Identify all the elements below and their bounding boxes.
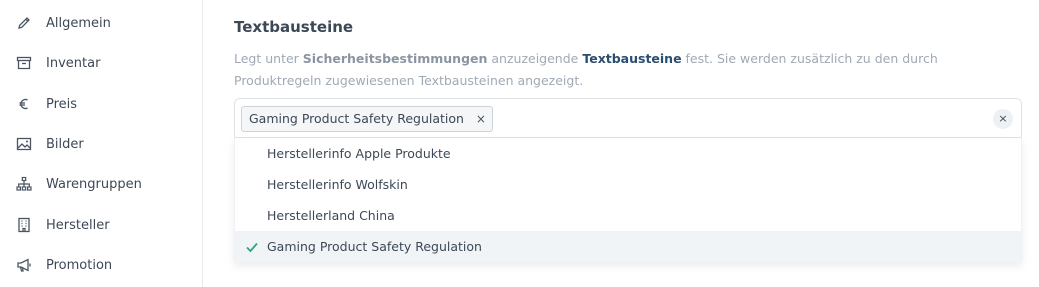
sidebar-item-label: Promotion <box>46 257 113 273</box>
image-icon <box>14 134 34 154</box>
megaphone-icon <box>14 255 34 275</box>
option-label: Gaming Product Safety Regulation <box>267 239 482 254</box>
option-label: Herstellerinfo Apple Produkte <box>267 146 451 161</box>
archive-icon <box>14 53 34 73</box>
option-label: Herstellerinfo Wolfskin <box>267 177 408 192</box>
hierarchy-icon <box>14 174 34 194</box>
sidebar-item-label: Warengruppen <box>46 176 142 192</box>
section-description: Legt unter Sicherheitsbestimmungen anzuz… <box>234 48 994 92</box>
sidebar-item-label: Inventar <box>46 55 101 71</box>
dropdown-option[interactable]: Herstellerland China <box>235 200 1021 231</box>
sidebar-item-label: Preis <box>46 96 78 112</box>
option-label: Herstellerland China <box>267 208 395 223</box>
building-icon <box>14 215 34 235</box>
sidebar-item-inventar[interactable]: Inventar <box>0 43 203 83</box>
chip-label: Gaming Product Safety Regulation <box>249 111 464 126</box>
sidebar-item-hersteller[interactable]: Hersteller <box>0 205 203 245</box>
pencil-icon <box>14 13 34 33</box>
sidebar-item-label: Bilder <box>46 136 84 152</box>
chip-remove-icon[interactable]: × <box>476 107 486 131</box>
clear-selection-button[interactable]: × <box>993 109 1013 129</box>
sidebar-item-warengruppen[interactable]: Warengruppen <box>0 164 203 204</box>
sidebar-item-bilder[interactable]: Bilder <box>0 124 203 164</box>
textbausteine-select[interactable]: Gaming Product Safety Regulation × × <box>234 98 1022 138</box>
check-icon <box>246 242 258 253</box>
sidebar-item-label: Allgemein <box>46 15 111 31</box>
main-content: Textbausteine Legt unter Sicherheitsbest… <box>204 0 1039 287</box>
textbausteine-link[interactable]: Textbausteine <box>582 51 681 66</box>
description-text: Legt unter <box>234 51 303 66</box>
description-text: anzuzeigende <box>487 51 583 66</box>
euro-icon <box>14 94 34 114</box>
sidebar-item-label: Hersteller <box>46 217 110 233</box>
sidebar: Allgemein Inventar Preis Bilder Warengru… <box>0 0 203 287</box>
section-title: Textbausteine <box>234 18 354 36</box>
description-bold: Sicherheitsbestimmungen <box>302 51 488 66</box>
dropdown-option[interactable]: Herstellerinfo Apple Produkte <box>235 138 1021 169</box>
selected-chip: Gaming Product Safety Regulation × <box>241 106 493 132</box>
select-dropdown: Herstellerinfo Apple Produkte Hersteller… <box>234 138 1022 262</box>
sidebar-item-promotion[interactable]: Promotion <box>0 245 203 285</box>
sidebar-item-preis[interactable]: Preis <box>0 84 203 124</box>
dropdown-option[interactable]: Herstellerinfo Wolfskin <box>235 169 1021 200</box>
sidebar-item-allgemein[interactable]: Allgemein <box>0 3 203 43</box>
dropdown-option-selected[interactable]: Gaming Product Safety Regulation <box>235 231 1021 262</box>
